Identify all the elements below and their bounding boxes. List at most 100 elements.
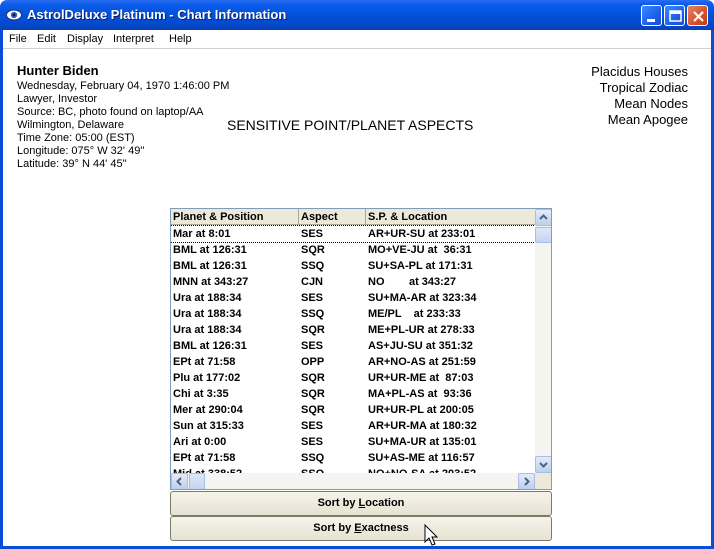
mouse-pointer-icon [424,524,439,546]
cell-sp-location: AS+JU-SU at 351:32 [368,340,473,352]
table-row[interactable]: Mar at 8:01 SES AR+UR-SU at 233:01 [171,225,536,243]
scroll-up-button[interactable] [535,209,551,226]
menu-interpret[interactable]: Interpret [113,33,154,45]
arrow-up-icon [539,214,548,220]
cell-planet-position: BML at 126:31 [173,340,247,352]
cell-sp-location: AR+UR-MA at 180:32 [368,420,477,432]
house-system: Placidus Houses [591,64,688,79]
table-row[interactable]: Sun at 315:33 SES AR+UR-MA at 180:32 [171,418,535,434]
app-eye-icon [6,9,22,21]
table-row[interactable]: EPt at 71:58 SSQ SU+AS-ME at 116:57 [171,450,535,466]
apogee-type: Mean Apogee [607,112,688,127]
cell-aspect: SSQ [301,452,325,464]
cell-sp-location: ME+PL-UR at 278:33 [368,324,475,336]
cell-sp-location: ME/PL at 233:33 [368,308,461,320]
sort-by-exactness-label-post: xactness [361,522,409,534]
cell-planet-position: Mer at 290:04 [173,404,243,416]
cell-planet-position: Sun at 315:33 [173,420,244,432]
minimize-button[interactable] [641,5,662,26]
cell-planet-position: Ari at 0:00 [173,436,227,448]
chart-occupation: Lawyer, Investor [17,93,98,105]
scroll-down-button[interactable] [535,456,551,473]
cell-sp-location: SU+MA-AR at 323:34 [368,292,477,304]
table-row[interactable]: Ura at 188:34 SQR ME+PL-UR at 278:33 [171,322,535,338]
menu-file[interactable]: File [9,33,27,45]
cell-aspect: SQR [301,244,325,256]
table-row[interactable]: Ura at 188:34 SSQ ME/PL at 233:33 [171,306,535,322]
sort-by-exactness-button[interactable]: Sort by Exactness [170,516,552,541]
table-row[interactable]: Ari at 0:00 SES SU+MA-UR at 135:01 [171,434,535,450]
cell-sp-location: MA+PL-AS at 93:36 [368,388,472,400]
sort-by-exactness-accesskey: E [354,522,362,534]
cell-planet-position: Plu at 177:02 [173,372,241,384]
chart-latitude: Latitude: 39° N 44' 45'' [17,158,127,170]
menu-display[interactable]: Display [67,33,103,45]
cell-sp-location: AR+NO-AS at 251:59 [368,356,476,368]
close-icon [693,11,704,22]
scrollbar-corner [535,473,551,489]
minimize-icon [647,19,655,22]
cell-planet-position: EPt at 71:58 [173,452,236,464]
menu-edit[interactable]: Edit [37,33,56,45]
chart-place: Wilmington, Delaware [17,119,124,131]
title-bar[interactable]: AstrolDeluxe Platinum - Chart Informatio… [0,0,714,30]
cell-sp-location: AR+UR-SU at 233:01 [368,228,476,240]
close-button[interactable] [687,5,708,26]
arrow-right-icon [524,477,530,486]
sort-by-exactness-label-pre: Sort by [313,522,355,534]
cell-aspect: SES [301,420,324,432]
cell-aspect: OPP [301,356,325,368]
col-header-planet[interactable]: Planet & Position [171,209,299,225]
cell-sp-location: SU+SA-PL at 171:31 [368,260,473,272]
horizontal-scrollbar[interactable] [171,473,535,489]
cell-planet-position: Ura at 188:34 [173,292,242,304]
aspect-list[interactable]: Planet & Position Aspect S.P. & Location… [170,208,552,490]
arrow-left-icon [176,477,182,486]
maximize-button[interactable] [664,5,685,26]
table-row[interactable]: BML at 126:31 SQR MO+VE-JU at 36:31 [171,242,535,258]
cell-sp-location: MO+VE-JU at 36:31 [368,244,472,256]
col-header-aspect[interactable]: Aspect [299,209,366,225]
cell-aspect: SSQ [301,308,325,320]
table-row[interactable]: Mer at 290:04 SQR UR+UR-PL at 200:05 [171,402,535,418]
cell-aspect: SSQ [301,260,325,272]
table-row[interactable]: EPt at 71:58 OPP AR+NO-AS at 251:59 [171,354,535,370]
vertical-scroll-thumb[interactable] [535,227,551,243]
window-frame-left [0,30,3,549]
cell-sp-location: SU+AS-ME at 116:57 [368,452,475,464]
cell-aspect: SES [301,436,324,448]
table-row[interactable]: Ura at 188:34 SES SU+MA-AR at 323:34 [171,290,535,306]
node-type: Mean Nodes [614,96,688,111]
col-header-location[interactable]: S.P. & Location [366,209,535,225]
sort-by-location-button[interactable]: Sort by Location [170,491,552,516]
horizontal-scroll-thumb[interactable] [189,473,205,489]
scroll-right-button[interactable] [518,473,535,489]
chart-longitude: Longitude: 075° W 32' 49'' [17,145,145,157]
cell-planet-position: MNN at 343:27 [173,276,249,288]
maximize-icon [669,10,682,22]
cell-sp-location: SU+MA-UR at 135:01 [368,436,477,448]
cell-sp-location: UR+UR-PL at 200:05 [368,404,474,416]
sort-by-location-label-post: ocation [365,497,405,509]
cell-aspect: SQR [301,404,325,416]
cell-planet-position: Chi at 3:35 [173,388,229,400]
vertical-scrollbar[interactable] [535,209,551,473]
table-row[interactable]: Chi at 3:35 SQR MA+PL-AS at 93:36 [171,386,535,402]
page-heading: SENSITIVE POINT/PLANET ASPECTS [227,117,474,133]
menu-help[interactable]: Help [169,33,192,45]
cell-sp-location: NO at 343:27 [368,276,457,288]
table-row[interactable]: Plu at 177:02 SQR UR+UR-ME at 87:03 [171,370,535,386]
table-row[interactable]: BML at 126:31 SES AS+JU-SU at 351:32 [171,338,535,354]
cell-aspect: CJN [301,276,324,288]
chart-time-zone: Time Zone: 05:00 (EST) [17,132,135,144]
sort-by-location-label-pre: Sort by [317,497,359,509]
cell-aspect: SQR [301,388,325,400]
cell-aspect: SES [301,292,324,304]
arrow-down-icon [539,462,548,468]
table-row[interactable]: MNN at 343:27 CJN NO at 343:27 [171,274,535,290]
window-title: AstrolDeluxe Platinum - Chart Informatio… [27,7,287,22]
chart-source: Source: BC, photo found on laptop/AA [17,106,204,118]
zodiac-type: Tropical Zodiac [599,80,688,95]
table-row[interactable]: BML at 126:31 SSQ SU+SA-PL at 171:31 [171,258,535,274]
scroll-left-button[interactable] [171,473,188,489]
